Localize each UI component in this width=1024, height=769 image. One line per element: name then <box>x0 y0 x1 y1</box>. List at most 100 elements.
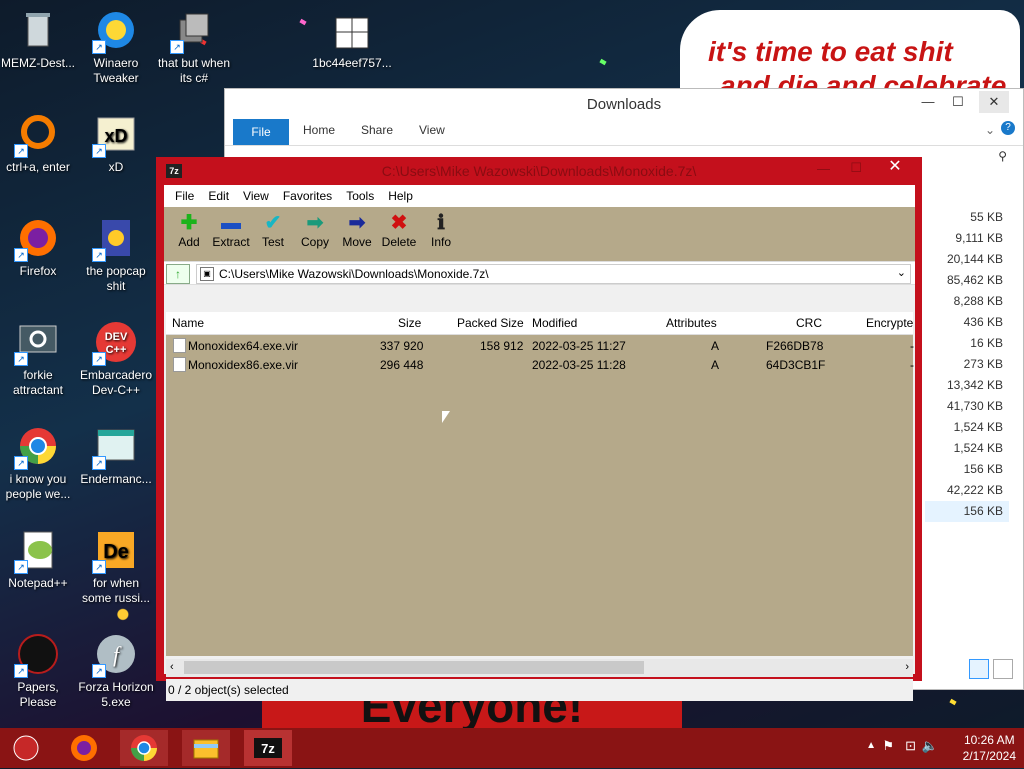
desktop-icon-1bc44eef[interactable]: 1bc44eef757... <box>312 8 392 71</box>
shortcut-arrow-icon: ↗ <box>92 560 106 574</box>
address-input[interactable]: ▣ C:\Users\Mike Wazowski\Downloads\Monox… <box>196 264 911 284</box>
desktop-icon-label: Papers, Please <box>17 680 59 709</box>
menu-favorites[interactable]: Favorites <box>276 189 339 203</box>
horizontal-scrollbar[interactable]: ‹ › <box>166 659 913 677</box>
column-encrypted[interactable]: Encrypte <box>866 316 913 330</box>
table-row[interactable]: Monoxidex64.exe.vir 337 920 158 912 2022… <box>166 336 914 355</box>
chevron-down-icon[interactable]: ⌄ <box>897 266 906 279</box>
desktop-icon-label: the popcap shit <box>86 264 146 293</box>
minimize-button[interactable]: — <box>913 91 943 113</box>
taskbar-7zip[interactable]: 7z <box>244 730 292 766</box>
copy-arrow-icon: ➡ <box>306 212 324 234</box>
column-name[interactable]: Name <box>172 316 204 330</box>
up-folder-button[interactable]: ↑ <box>166 264 190 284</box>
copy-button[interactable]: ➡ Copy <box>294 207 336 261</box>
desktop-icon-firefox[interactable]: ↗ Firefox <box>0 216 76 279</box>
close-button[interactable]: ✕ <box>874 157 916 179</box>
desktop-icon-chrome[interactable]: ↗ i know you people we... <box>0 424 76 502</box>
row-crc: F266DB78 <box>766 339 824 353</box>
chrome-icon: ↗ <box>14 424 60 470</box>
column-size[interactable]: Size <box>398 316 421 330</box>
file-icon <box>173 357 186 372</box>
desktop-icon-forkie[interactable]: ↗ forkie attractant <box>0 320 76 398</box>
desktop-icon-forza[interactable]: f ↗ Forza Horizon 5.exe <box>78 632 154 710</box>
tab-view[interactable]: View <box>419 123 445 137</box>
desktop-icon-for-when[interactable]: De ↗ for when some russi... <box>78 528 154 606</box>
desktop-icon-endermanch[interactable]: ↗ Endermanc... <box>78 424 154 487</box>
sevenzip-titlebar[interactable]: 7z C:\Users\Mike Wazowski\Downloads\Mono… <box>156 157 922 185</box>
shortcut-arrow-icon: ↗ <box>92 248 106 262</box>
clock[interactable]: 10:26 AM 2/17/2024 <box>963 732 1016 764</box>
menu-help[interactable]: Help <box>381 189 420 203</box>
desktop-icon-label: Endermanc... <box>80 472 152 486</box>
explorer-title: Downloads <box>586 96 662 113</box>
sevenzip-icon: 7z <box>254 738 282 758</box>
maximize-button[interactable]: ☐ <box>850 160 862 176</box>
flag-icon[interactable]: ⚑ <box>882 738 894 754</box>
tray-overflow-icon[interactable]: ▲ <box>866 740 876 751</box>
confetti <box>299 18 307 26</box>
scroll-left-icon[interactable]: ‹ <box>170 661 174 673</box>
shortcut-arrow-icon: ↗ <box>92 352 106 366</box>
start-button[interactable] <box>4 730 48 766</box>
volume-muted-icon[interactable]: 🔈 <box>922 738 938 754</box>
delete-button[interactable]: ✖ Delete <box>378 207 420 261</box>
desktop-icon-xd[interactable]: xD ↗ xD <box>78 112 154 175</box>
move-button[interactable]: ➡ Move <box>336 207 378 261</box>
details-view-icon[interactable] <box>969 659 989 679</box>
desktop-icon-label: Winaero Tweaker <box>93 56 139 85</box>
desktop-icon-recycle-bin[interactable]: MEMZ-Dest... <box>0 8 76 71</box>
tab-file[interactable]: File <box>233 119 289 145</box>
menu-view[interactable]: View <box>236 189 276 203</box>
column-modified[interactable]: Modified <box>532 316 577 330</box>
toolbar-label: Delete <box>381 235 417 249</box>
start-orb-icon <box>13 735 39 761</box>
desktop-icon-label: for when some russi... <box>81 576 150 605</box>
taskbar-chrome[interactable] <box>120 730 168 766</box>
file-size: 8,288 KB <box>953 294 1003 308</box>
file-size: 41,730 KB <box>946 399 1003 413</box>
test-button[interactable]: ✔ Test <box>252 207 294 261</box>
scrollbar-thumb[interactable] <box>184 661 644 674</box>
ring-icon: ↗ <box>14 112 60 158</box>
tab-share[interactable]: Share <box>361 123 393 137</box>
help-icon[interactable]: ? <box>1001 121 1015 135</box>
desktop-icon-ctrl-a-enter[interactable]: ↗ ctrl+a, enter <box>0 112 76 175</box>
menu-tools[interactable]: Tools <box>339 189 381 203</box>
table-row[interactable]: Monoxidex86.exe.vir 296 448 2022-03-25 1… <box>166 355 914 374</box>
menu-file[interactable]: File <box>168 189 201 203</box>
network-icon[interactable]: ⊡ <box>905 738 916 754</box>
add-button[interactable]: ✚ Add <box>168 207 210 261</box>
taskbar-file-explorer[interactable] <box>182 730 230 766</box>
toolbar-label: Extract <box>212 235 250 249</box>
extract-button[interactable]: ▬ Extract <box>210 207 252 261</box>
search-icon[interactable]: ⚲ <box>998 149 1007 163</box>
desktop-icon-devcpp[interactable]: DEV C++ ↗ Embarcadero Dev-C++ <box>78 320 154 398</box>
column-attributes[interactable]: Attributes <box>666 316 717 330</box>
close-button[interactable]: ✕ <box>979 91 1009 113</box>
desktop-icon-popcap[interactable]: ↗ the popcap shit <box>78 216 154 294</box>
shortcut-arrow-icon: ↗ <box>14 144 28 158</box>
file-size: 273 KB <box>963 357 1003 371</box>
file-size: 9,111 KB <box>955 231 1003 245</box>
tab-home[interactable]: Home <box>303 123 335 137</box>
maximize-button[interactable]: ☐ <box>943 91 973 113</box>
large-icons-view-icon[interactable] <box>993 659 1013 679</box>
desktop-icon-label: xD <box>108 160 124 174</box>
file-list: Name Size Packed Size Modified Attribute… <box>166 312 914 656</box>
row-attributes: A <box>711 339 720 353</box>
desktop-icon-winaero[interactable]: ↗ Winaero Tweaker <box>78 8 154 86</box>
delete-x-icon: ✖ <box>390 212 408 234</box>
column-crc[interactable]: CRC <box>796 316 822 330</box>
menu-edit[interactable]: Edit <box>201 189 236 203</box>
desktop-icon-notepadpp[interactable]: ↗ Notepad++ <box>0 528 76 591</box>
taskbar-firefox[interactable] <box>60 730 108 766</box>
column-packed-size[interactable]: Packed Size <box>457 316 524 330</box>
scroll-right-icon[interactable]: › <box>905 661 909 673</box>
desktop-icon-that-but-when[interactable]: ↗ that but when its c# <box>156 8 232 86</box>
file-size: 1,524 KB <box>953 441 1003 455</box>
info-button[interactable]: ℹ Info <box>420 207 462 261</box>
chevron-down-icon[interactable]: ⌄ <box>985 123 995 137</box>
desktop-icon-papers-please[interactable]: ↗ Papers, Please <box>0 632 76 710</box>
minimize-button[interactable]: — <box>817 161 830 176</box>
